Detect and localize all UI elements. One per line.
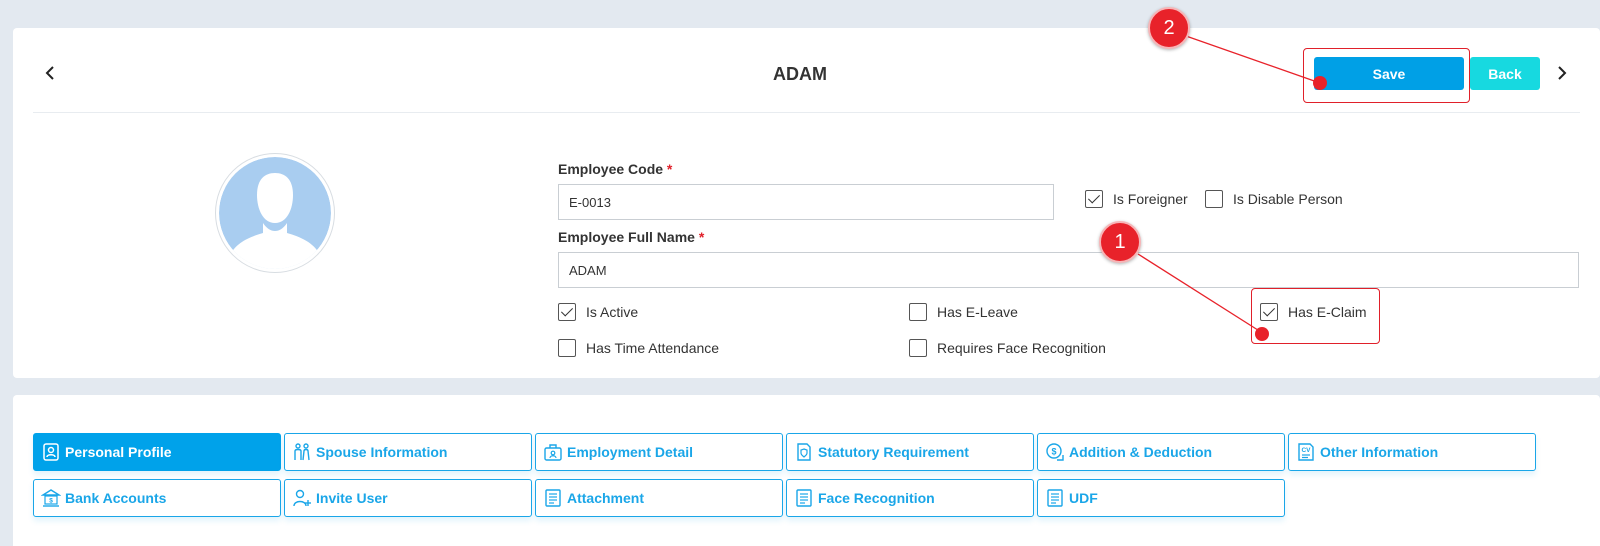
- has-e-leave-checkbox-row[interactable]: Has E-Leave: [909, 302, 1018, 322]
- is-active-checkbox[interactable]: [558, 303, 576, 321]
- annotation-step-2-marker: 2: [1148, 7, 1190, 49]
- is-active-checkbox-row[interactable]: Is Active: [558, 302, 638, 322]
- annotation-step-1-marker: 1: [1099, 221, 1141, 263]
- profile-icon: [40, 441, 62, 463]
- requires-face-recognition-checkbox-row[interactable]: Requires Face Recognition: [909, 338, 1106, 358]
- shield-document-icon: [793, 441, 815, 463]
- employee-code-label: Employee Code *: [558, 161, 673, 177]
- next-record-arrow-icon[interactable]: [1554, 64, 1570, 82]
- is-disable-person-label: Is Disable Person: [1233, 191, 1343, 207]
- is-disable-person-checkbox[interactable]: [1205, 190, 1223, 208]
- tab-attachment[interactable]: Attachment: [535, 479, 783, 517]
- is-foreigner-checkbox-row[interactable]: Is Foreigner: [1085, 189, 1188, 209]
- employee-avatar[interactable]: [215, 153, 335, 273]
- add-user-icon: [291, 487, 313, 509]
- has-time-attendance-checkbox[interactable]: [558, 339, 576, 357]
- couple-icon: [291, 441, 313, 463]
- tab-udf[interactable]: UDF: [1037, 479, 1285, 517]
- has-time-attendance-checkbox-row[interactable]: Has Time Attendance: [558, 338, 719, 358]
- svg-text:$: $: [1051, 447, 1056, 457]
- is-foreigner-checkbox[interactable]: [1085, 190, 1103, 208]
- tab-employment-detail[interactable]: Employment Detail: [535, 433, 783, 471]
- is-disable-person-checkbox-row[interactable]: Is Disable Person: [1205, 189, 1343, 209]
- requires-face-recognition-label: Requires Face Recognition: [937, 340, 1106, 356]
- header-divider: [33, 112, 1580, 113]
- employee-name-label: Employee Full Name *: [558, 229, 705, 245]
- coin-icon: $: [1044, 441, 1066, 463]
- tab-bank-accounts[interactable]: $ Bank Accounts: [33, 479, 281, 517]
- tab-statutory-requirement[interactable]: Statutory Requirement: [786, 433, 1034, 471]
- tab-other-information[interactable]: CV Other Information: [1288, 433, 1536, 471]
- has-e-leave-checkbox[interactable]: [909, 303, 927, 321]
- tab-face-recognition[interactable]: Face Recognition: [786, 479, 1034, 517]
- tab-personal-profile[interactable]: Personal Profile: [33, 433, 281, 471]
- document-icon: [793, 487, 815, 509]
- has-time-attendance-label: Has Time Attendance: [586, 340, 720, 356]
- is-foreigner-label: Is Foreigner: [1113, 191, 1188, 207]
- annotation-dot-e-claim: [1255, 327, 1269, 341]
- back-button[interactable]: Back: [1470, 57, 1540, 90]
- has-e-leave-label: Has E-Leave: [937, 304, 1018, 320]
- requires-face-recognition-checkbox[interactable]: [909, 339, 927, 357]
- annotation-highlight-save: [1303, 48, 1470, 103]
- bank-icon: $: [40, 487, 62, 509]
- employee-name-input[interactable]: [558, 252, 1579, 288]
- annotation-dot-save: [1313, 76, 1327, 90]
- svg-text:$: $: [49, 498, 53, 505]
- annotation-highlight-e-claim: [1251, 288, 1380, 344]
- tab-invite-user[interactable]: Invite User: [284, 479, 532, 517]
- cv-icon: CV: [1295, 441, 1317, 463]
- document-icon: [1044, 487, 1066, 509]
- avatar-silhouette-icon: [219, 157, 331, 269]
- tab-spouse-information[interactable]: Spouse Information: [284, 433, 532, 471]
- employee-code-input[interactable]: [558, 184, 1054, 220]
- is-active-label: Is Active: [586, 304, 639, 320]
- briefcase-icon: [542, 441, 564, 463]
- document-icon: [542, 487, 564, 509]
- tab-addition-deduction[interactable]: $ Addition & Deduction: [1037, 433, 1285, 471]
- svg-text:CV: CV: [1301, 447, 1311, 454]
